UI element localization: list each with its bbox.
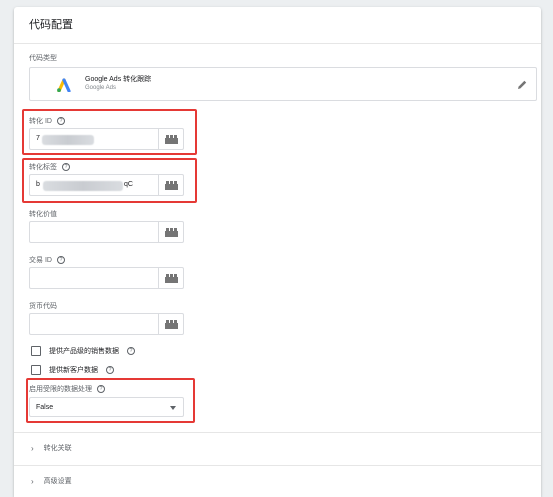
card-title: 代码配置 (29, 19, 73, 31)
section-divider (14, 465, 541, 466)
section-advanced-settings[interactable]: › 高级设置 (31, 476, 72, 486)
variable-picker-button[interactable] (158, 129, 183, 149)
help-icon[interactable]: ? (62, 163, 70, 171)
restricted-data-select[interactable]: False (29, 397, 184, 417)
chevron-right-icon: › (31, 443, 34, 453)
conversion-value-label: 转化价值 (29, 209, 57, 219)
help-icon[interactable]: ? (106, 366, 114, 374)
section-advanced-settings-label: 高级设置 (43, 478, 72, 485)
help-icon[interactable]: ? (127, 347, 135, 355)
redacted-value-mask (43, 181, 123, 191)
product-sales-data-checkbox[interactable] (31, 346, 41, 356)
section-divider (14, 432, 541, 433)
conversion-label-value-suffix: qC (124, 181, 133, 188)
tag-type-name: Google Ads 转化跟踪 (85, 76, 152, 83)
restricted-data-label-text: 启用受限的数据处理 (29, 386, 92, 393)
help-icon[interactable]: ? (97, 385, 105, 393)
currency-code-input[interactable] (29, 313, 184, 335)
variable-block-icon (164, 227, 178, 237)
conversion-id-value: 7 (36, 135, 40, 142)
variable-picker-button[interactable] (158, 314, 183, 334)
variable-block-icon (164, 273, 178, 283)
conversion-value-input[interactable] (29, 221, 184, 243)
new-customer-data-label: 提供新客户数据 (49, 367, 98, 374)
transaction-id-label-text: 交易 ID (29, 257, 52, 264)
transaction-id-input[interactable] (29, 267, 184, 289)
variable-block-icon (164, 180, 178, 190)
conversion-label-label: 转化标签 ? (29, 162, 70, 172)
section-conversion-linker[interactable]: › 转化关联 (31, 443, 72, 453)
chevron-right-icon: › (31, 476, 34, 486)
product-sales-data-label: 提供产品级的销售数据 (49, 348, 119, 355)
tag-type-label-text: 代码类型 (29, 55, 57, 62)
variable-picker-button[interactable] (158, 175, 183, 195)
help-icon[interactable]: ? (56, 117, 65, 125)
dropdown-arrow-icon (170, 406, 176, 410)
currency-code-label-text: 货币代码 (29, 303, 57, 310)
product-sales-data-checkbox-row[interactable]: 提供产品级的销售数据 ? (31, 346, 135, 356)
conversion-id-label: 转化 ID ? (29, 116, 65, 126)
variable-picker-button[interactable] (158, 222, 183, 242)
new-customer-data-checkbox[interactable] (31, 365, 41, 375)
transaction-id-label: 交易 ID ? (29, 255, 65, 265)
conversion-value-label-text: 转化价值 (29, 211, 57, 218)
conversion-id-input[interactable]: 7 (29, 128, 184, 150)
conversion-label-value-prefix: b (36, 181, 40, 188)
restricted-data-label: 启用受限的数据处理 ? (29, 384, 105, 394)
pencil-icon[interactable] (515, 78, 529, 92)
conversion-id-label-text: 转化 ID (29, 118, 52, 125)
conversion-label-label-text: 转化标签 (29, 164, 57, 171)
conversion-label-input[interactable]: b qC (29, 174, 184, 196)
title-divider (14, 43, 541, 44)
section-conversion-linker-label: 转化关联 (43, 445, 72, 452)
tag-type-label: 代码类型 (29, 53, 57, 63)
redacted-value-mask (42, 135, 94, 145)
restricted-data-selected-value: False (36, 404, 54, 411)
tag-configuration-card: 代码配置 代码类型 Google Ads 转化跟踪 Google Ads 转化 … (14, 7, 541, 497)
tag-type-subtitle: Google Ads (85, 85, 117, 91)
tag-type-selector[interactable]: Google Ads 转化跟踪 Google Ads (29, 67, 537, 101)
currency-code-label: 货币代码 (29, 301, 57, 311)
variable-picker-button[interactable] (158, 268, 183, 288)
variable-block-icon (164, 319, 178, 329)
google-ads-logo (57, 78, 71, 92)
help-icon[interactable]: ? (56, 256, 65, 264)
new-customer-data-checkbox-row[interactable]: 提供新客户数据 ? (31, 365, 114, 375)
variable-block-icon (164, 134, 178, 144)
